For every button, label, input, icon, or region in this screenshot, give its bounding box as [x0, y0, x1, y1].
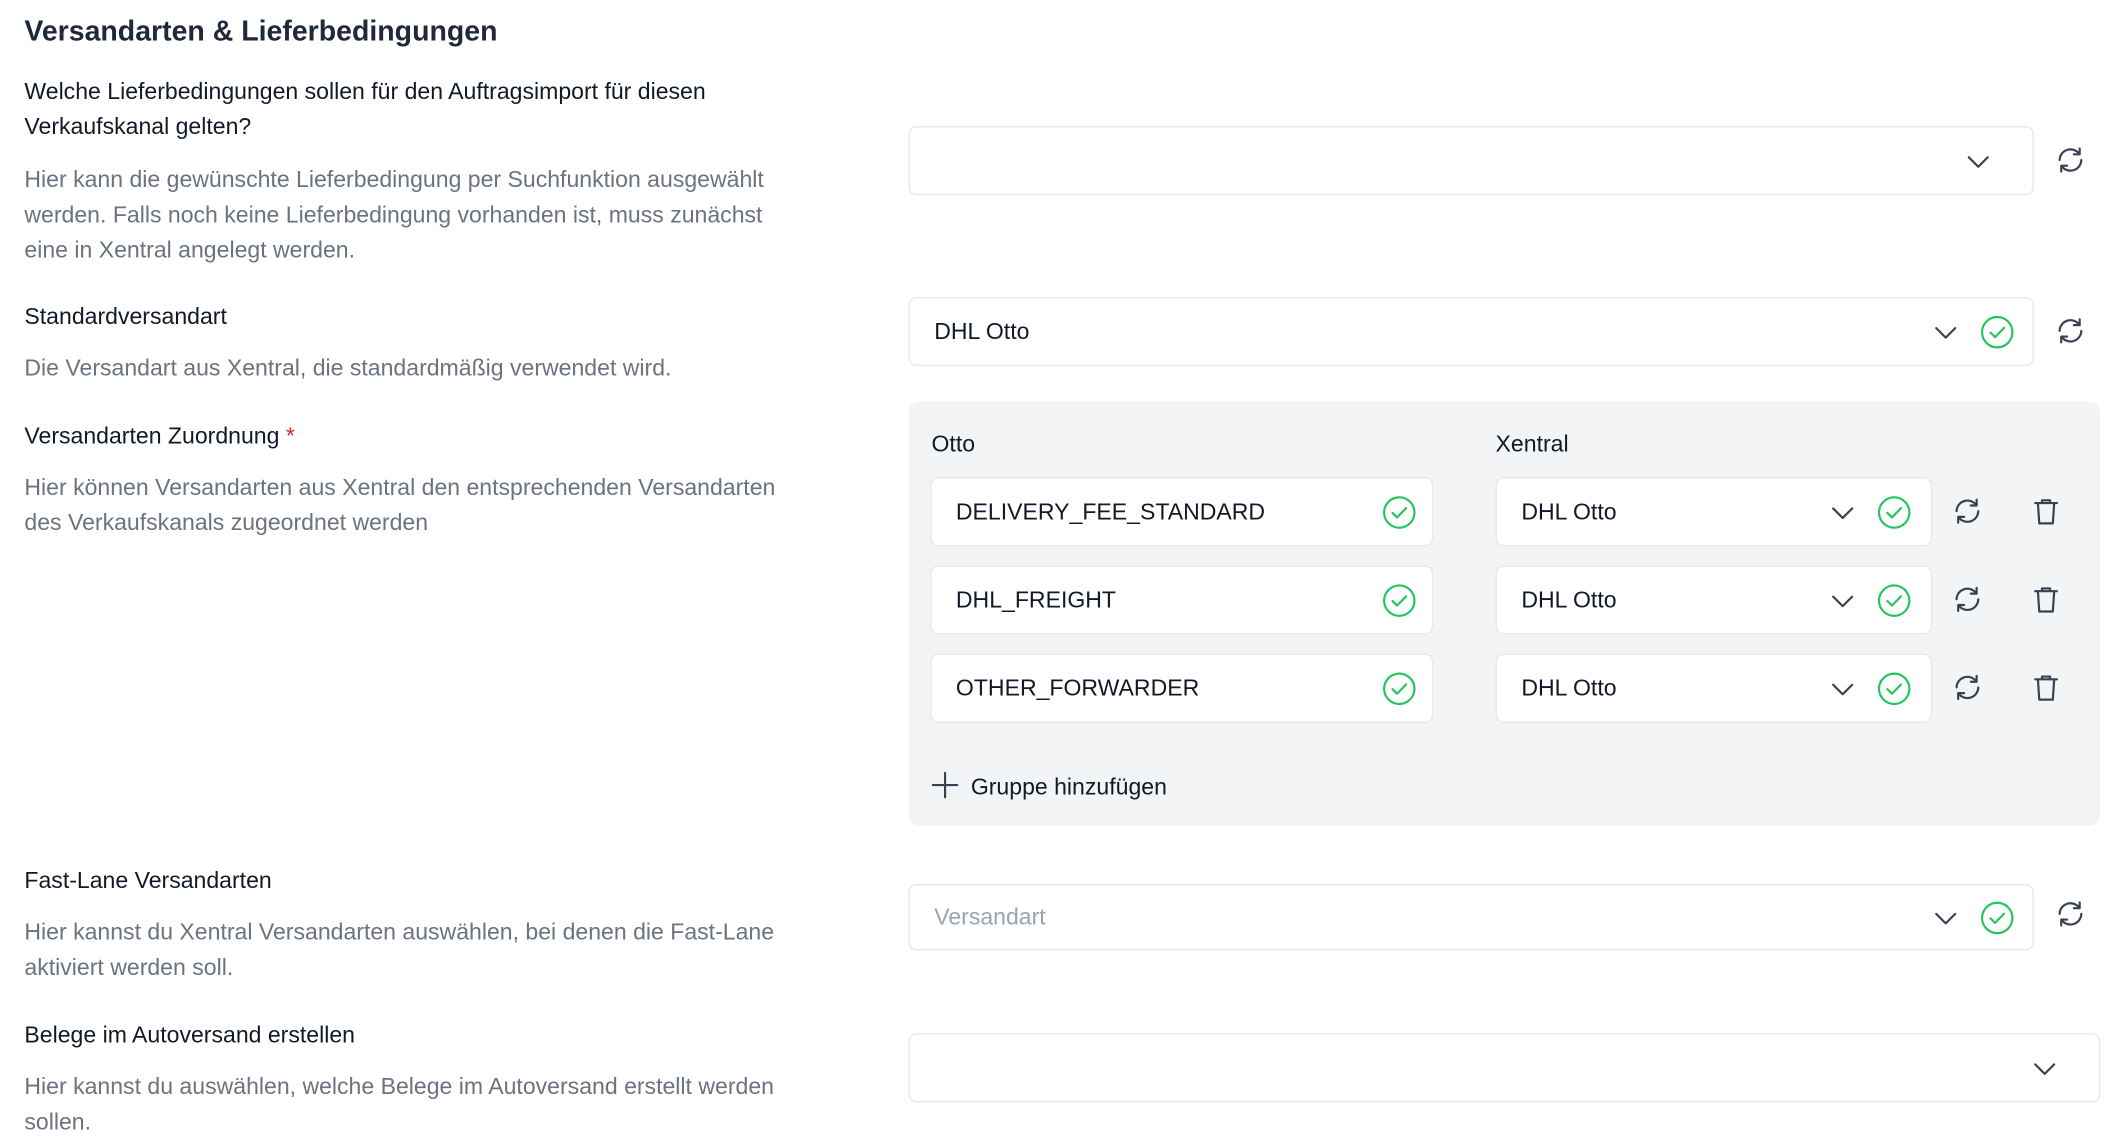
autoversand-label: Belege im Autoversand erstellen: [24, 1022, 355, 1049]
delivery-terms-label-line1: Welche Lieferbedingungen sollen für den …: [24, 78, 706, 105]
delivery-terms-desc-line3: eine in Xentral angelegt werden.: [24, 237, 356, 264]
refresh-icon[interactable]: [2054, 898, 2087, 931]
plus-icon: [931, 771, 959, 799]
fast-lane-label: Fast-Lane Versandarten: [24, 867, 272, 894]
check-circle-icon: [1877, 671, 1912, 706]
chevron-down-icon[interactable]: [1829, 675, 1856, 702]
refresh-icon[interactable]: [1951, 495, 1984, 528]
chevron-down-icon[interactable]: [2031, 1055, 2058, 1082]
trash-icon[interactable]: [2030, 671, 2063, 704]
check-circle-icon: [1980, 900, 2015, 935]
fast-lane-desc-line2: aktiviert werden soll.: [24, 954, 234, 981]
check-circle-icon: [1382, 671, 1417, 706]
check-circle-icon: [1980, 315, 2015, 350]
delivery-terms-desc-line2: werden. Falls noch keine Lieferbedingung…: [24, 202, 763, 228]
default-shipping-desc: Die Versandart aus Xentral, die standard…: [24, 355, 672, 382]
default-shipping-select[interactable]: DHL Otto: [908, 296, 2034, 367]
trash-icon[interactable]: [2030, 495, 2063, 528]
otto-shipping-field[interactable]: OTHER_FORWARDER: [930, 653, 1434, 723]
autoversand-desc-line1: Hier kannst du auswählen, welche Belege …: [24, 1073, 774, 1100]
xentral-shipping-select[interactable]: DHL Otto: [1495, 653, 1933, 723]
check-circle-icon: [1382, 495, 1417, 530]
otto-shipping-field[interactable]: DHL_FREIGHT: [930, 565, 1434, 635]
check-circle-icon: [1382, 583, 1417, 618]
column-header-otto: Otto: [931, 431, 976, 457]
xentral-shipping-value: DHL Otto: [1521, 675, 1617, 702]
otto-shipping-value: DELIVERY_FEE_STANDARD: [955, 498, 1266, 525]
fast-lane-desc-line1: Hier kannst du Xentral Versandarten ausw…: [24, 919, 775, 946]
xentral-shipping-select[interactable]: DHL Otto: [1495, 477, 1933, 547]
trash-icon[interactable]: [2030, 583, 2063, 616]
mapping-label-text: Versandarten Zuordnung: [24, 423, 280, 449]
add-group-button[interactable]: Gruppe hinzufügen: [930, 770, 1167, 801]
refresh-icon[interactable]: [2054, 315, 2087, 348]
chevron-down-icon[interactable]: [1932, 904, 1959, 931]
autoversand-select[interactable]: [908, 1033, 2101, 1103]
refresh-icon[interactable]: [2054, 144, 2087, 177]
delivery-terms-select[interactable]: [908, 126, 2034, 196]
section-title: Versandarten & Lieferbedingungen: [24, 16, 498, 48]
refresh-icon[interactable]: [1951, 583, 1984, 616]
add-group-label: Gruppe hinzufügen: [970, 774, 1167, 800]
mapping-desc-line1: Hier können Versandarten aus Xentral den…: [24, 474, 776, 501]
autoversand-desc-line2: sollen.: [24, 1109, 92, 1135]
delivery-terms-desc-line1: Hier kann die gewünschte Lieferbedingung…: [24, 166, 764, 193]
check-circle-icon: [1877, 495, 1912, 530]
xentral-shipping-value: DHL Otto: [1521, 498, 1617, 525]
otto-shipping-value: DHL_FREIGHT: [955, 587, 1117, 613]
otto-shipping-field[interactable]: DELIVERY_FEE_STANDARD: [930, 477, 1434, 547]
mapping-desc-line2: des Verkaufskanals zugeordnet werden: [24, 509, 429, 536]
mapping-group-panel: Otto Xentral DELIVERY_FEE_STANDARD DHL O…: [908, 401, 2101, 826]
chevron-down-icon[interactable]: [1829, 587, 1856, 614]
otto-shipping-value: OTHER_FORWARDER: [955, 675, 1200, 702]
check-circle-icon: [1877, 583, 1912, 618]
delivery-terms-label-line2: Verkaufskanal gelten?: [24, 113, 252, 140]
column-header-xentral: Xentral: [1495, 431, 1569, 457]
xentral-shipping-value: DHL Otto: [1521, 587, 1617, 613]
refresh-icon[interactable]: [1951, 671, 1984, 704]
default-shipping-label: Standardversandart: [24, 303, 227, 330]
chevron-down-icon[interactable]: [1965, 148, 1992, 175]
chevron-down-icon[interactable]: [1932, 319, 1959, 346]
chevron-down-icon[interactable]: [1829, 499, 1856, 526]
default-shipping-value: DHL Otto: [934, 318, 1030, 345]
xentral-shipping-select[interactable]: DHL Otto: [1495, 565, 1933, 635]
fast-lane-select[interactable]: Versandart: [908, 884, 2034, 951]
fast-lane-placeholder: Versandart: [934, 904, 1046, 931]
mapping-label: Versandarten Zuordnung *: [24, 419, 294, 454]
required-mark: *: [285, 423, 295, 449]
